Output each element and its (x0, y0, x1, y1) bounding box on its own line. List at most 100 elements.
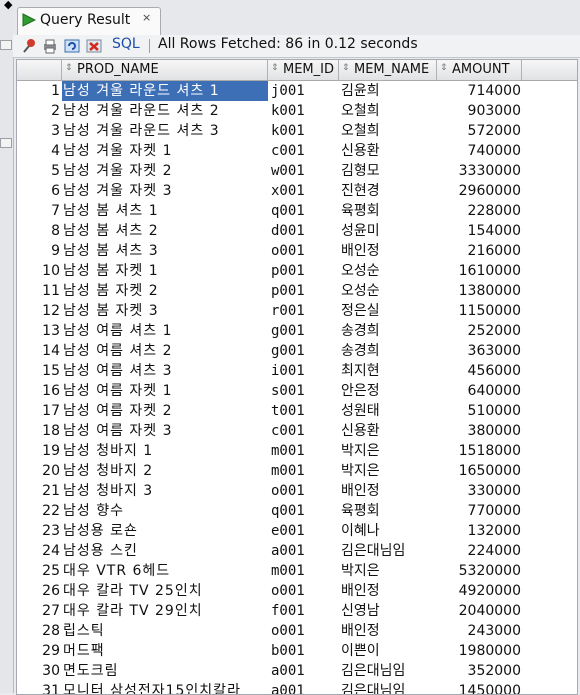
column-header-prod-name[interactable]: ⇕ PROD_NAME (62, 60, 268, 80)
cell-mem-name[interactable]: 배인정 (341, 481, 436, 501)
cell-mem-id[interactable]: o001 (269, 581, 339, 601)
cell-prod-name[interactable]: 남성 청바지 3 (62, 481, 268, 501)
cell-amount[interactable]: 2960000 (438, 181, 521, 201)
cell-prod-name[interactable]: 면도크림 (62, 661, 268, 681)
cell-mem-name[interactable]: 정은실 (341, 301, 436, 321)
cell-amount[interactable]: 510000 (438, 401, 521, 421)
table-row[interactable]: 28 립스틱 o001 배인정 243000 (17, 621, 577, 641)
cell-mem-name[interactable]: 신용환 (341, 421, 436, 441)
cell-prod-name[interactable]: 남성용 스킨 (62, 541, 268, 561)
cell-prod-name[interactable]: 남성 겨울 자켓 2 (62, 161, 268, 181)
cell-amount[interactable]: 3330000 (438, 161, 521, 181)
cell-amount[interactable]: 154000 (438, 221, 521, 241)
table-row[interactable]: 4 남성 겨울 자켓 1 c001 신용환 740000 (17, 141, 577, 161)
table-row[interactable]: 22 남성 향수 q001 육평회 770000 (17, 501, 577, 521)
table-row[interactable]: 2 남성 겨울 라운드 셔츠 2 k001 오철희 903000 (17, 101, 577, 121)
cell-mem-id[interactable]: q001 (269, 201, 339, 221)
cell-mem-name[interactable]: 이혜나 (341, 521, 436, 541)
cell-prod-name[interactable]: 남성 봄 자켓 2 (62, 281, 268, 301)
table-row[interactable]: 16 남성 여름 자켓 1 s001 안은정 640000 (17, 381, 577, 401)
table-row[interactable]: 6 남성 겨울 자켓 3 x001 진현경 2960000 (17, 181, 577, 201)
cell-amount[interactable]: 228000 (438, 201, 521, 221)
table-row[interactable]: 14 남성 여름 셔츠 2 g001 송경희 363000 (17, 341, 577, 361)
results-grid[interactable]: ⇕ PROD_NAME ⇕ MEM_ID ⇕ MEM_NAME ⇕ AMOUNT 1 남성… (16, 59, 578, 695)
cell-mem-name[interactable]: 육평회 (341, 201, 436, 221)
table-row[interactable]: 25 대우 VTR 6헤드 m001 박지은 5320000 (17, 561, 577, 581)
cell-prod-name[interactable]: 남성 여름 셔츠 2 (62, 341, 268, 361)
cell-mem-id[interactable]: c001 (269, 421, 339, 441)
cell-mem-name[interactable]: 오성순 (341, 281, 436, 301)
cell-mem-name[interactable]: 이쁜이 (341, 641, 436, 661)
cell-mem-name[interactable]: 오철희 (341, 101, 436, 121)
cell-mem-id[interactable]: d001 (269, 221, 339, 241)
cell-mem-id[interactable]: x001 (269, 181, 339, 201)
table-row[interactable]: 5 남성 겨울 자켓 2 w001 김형모 3330000 (17, 161, 577, 181)
cell-mem-id[interactable]: p001 (269, 261, 339, 281)
cell-mem-name[interactable]: 송경희 (341, 321, 436, 341)
table-row[interactable]: 7 남성 봄 셔츠 1 q001 육평회 228000 (17, 201, 577, 221)
cell-prod-name[interactable]: 남성 봄 셔츠 3 (62, 241, 268, 261)
cell-amount[interactable]: 640000 (438, 381, 521, 401)
cell-mem-id[interactable]: m001 (269, 441, 339, 461)
cell-prod-name[interactable]: 남성 봄 자켓 1 (62, 261, 268, 281)
table-row[interactable]: 21 남성 청바지 3 o001 배인정 330000 (17, 481, 577, 501)
cell-mem-id[interactable]: g001 (269, 341, 339, 361)
cell-mem-id[interactable]: g001 (269, 321, 339, 341)
cell-amount[interactable]: 4920000 (438, 581, 521, 601)
cell-mem-id[interactable]: o001 (269, 621, 339, 641)
table-row[interactable]: 10 남성 봄 자켓 1 p001 오성순 1610000 (17, 261, 577, 281)
cell-mem-name[interactable]: 박지은 (341, 461, 436, 481)
table-row[interactable]: 29 머드팩 b001 이쁜이 1980000 (17, 641, 577, 661)
cell-mem-name[interactable]: 오철희 (341, 121, 436, 141)
cell-mem-id[interactable]: f001 (269, 601, 339, 621)
cell-mem-name[interactable]: 박지은 (341, 441, 436, 461)
table-row[interactable]: 13 남성 여름 셔츠 1 g001 송경희 252000 (17, 321, 577, 341)
cell-prod-name[interactable]: 대우 칼라 TV 25인치 (62, 581, 268, 601)
cell-mem-id[interactable]: o001 (269, 481, 339, 501)
cell-prod-name[interactable]: 머드팩 (62, 641, 268, 661)
table-row[interactable]: 9 남성 봄 셔츠 3 o001 배인정 216000 (17, 241, 577, 261)
cell-prod-name[interactable]: 남성 여름 자켓 1 (62, 381, 268, 401)
column-header-amount[interactable]: ⇕ AMOUNT (437, 60, 522, 80)
cell-mem-name[interactable]: 김형모 (341, 161, 436, 181)
cell-mem-id[interactable]: r001 (269, 301, 339, 321)
cell-mem-name[interactable]: 성윤미 (341, 221, 436, 241)
tab-query-result[interactable]: Query Result × (17, 7, 161, 35)
cell-prod-name[interactable]: 남성 향수 (62, 501, 268, 521)
table-row[interactable]: 12 남성 봄 자켓 3 r001 정은실 1150000 (17, 301, 577, 321)
delete-icon[interactable] (86, 38, 102, 54)
cell-prod-name[interactable]: 남성 여름 자켓 2 (62, 401, 268, 421)
cell-amount[interactable]: 330000 (438, 481, 521, 501)
cell-prod-name[interactable]: 남성 봄 자켓 3 (62, 301, 268, 321)
cell-prod-name[interactable]: 대우 VTR 6헤드 (62, 561, 268, 581)
cell-mem-id[interactable]: e001 (269, 521, 339, 541)
cell-amount[interactable]: 572000 (438, 121, 521, 141)
cell-mem-name[interactable]: 김은대님임 (341, 661, 436, 681)
cell-mem-id[interactable]: q001 (269, 501, 339, 521)
table-row[interactable]: 30 면도크림 a001 김은대님임 352000 (17, 661, 577, 681)
cell-prod-name[interactable]: 남성 봄 셔츠 2 (62, 221, 268, 241)
cell-amount[interactable]: 1150000 (438, 301, 521, 321)
cell-prod-name[interactable]: 남성 여름 셔츠 3 (62, 361, 268, 381)
cell-mem-id[interactable]: o001 (269, 241, 339, 261)
cell-amount[interactable]: 224000 (438, 541, 521, 561)
cell-amount[interactable]: 1518000 (438, 441, 521, 461)
cell-mem-id[interactable]: j001 (269, 81, 339, 101)
cell-prod-name[interactable]: 남성 겨울 자켓 1 (62, 141, 268, 161)
cell-prod-name[interactable]: 남성 청바지 2 (62, 461, 268, 481)
cell-amount[interactable]: 352000 (438, 661, 521, 681)
cell-mem-id[interactable]: m001 (269, 561, 339, 581)
cell-amount[interactable]: 714000 (438, 81, 521, 101)
column-header-mem-name[interactable]: ⇕ MEM_NAME (339, 60, 437, 80)
cell-amount[interactable]: 243000 (438, 621, 521, 641)
cell-mem-name[interactable]: 성원태 (341, 401, 436, 421)
cell-prod-name[interactable]: 남성 겨울 라운드 셔츠 2 (62, 101, 268, 121)
cell-mem-id[interactable]: i001 (269, 361, 339, 381)
cell-mem-id[interactable]: s001 (269, 381, 339, 401)
refresh-icon[interactable] (64, 38, 80, 54)
cell-mem-name[interactable]: 배인정 (341, 581, 436, 601)
cell-prod-name[interactable]: 대우 칼라 TV 29인치 (62, 601, 268, 621)
cell-amount[interactable]: 903000 (438, 101, 521, 121)
cell-amount[interactable]: 2040000 (438, 601, 521, 621)
cell-prod-name[interactable]: 남성용 로숀 (62, 521, 268, 541)
